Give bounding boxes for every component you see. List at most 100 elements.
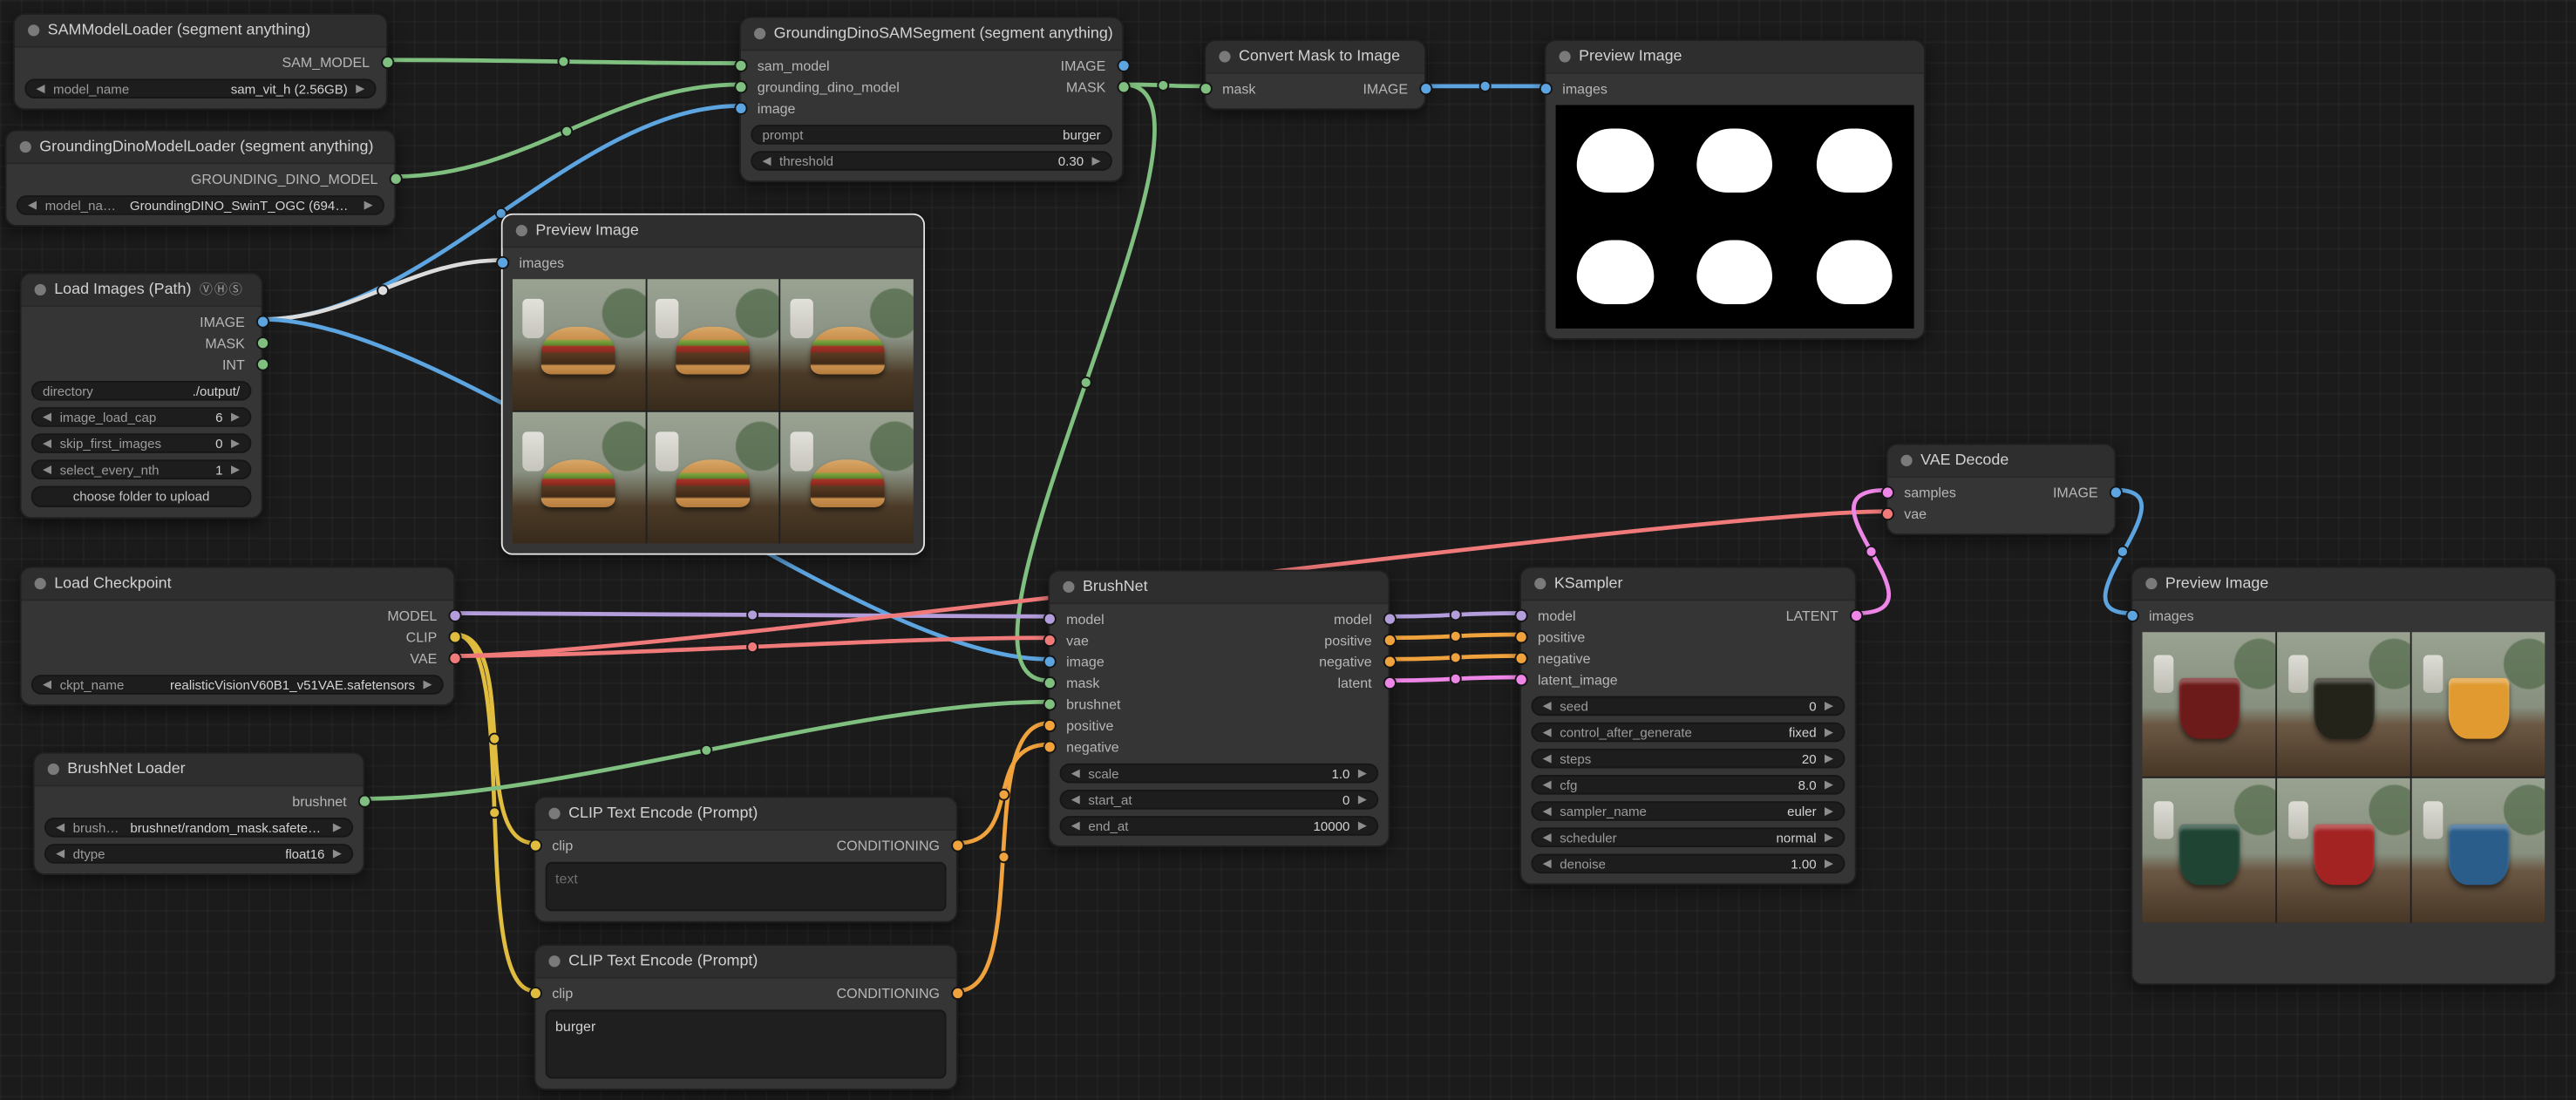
scale-widget[interactable]: scale 1.0	[1059, 763, 1379, 784]
brushnet-model-widget[interactable]: brushnet brushnet/random_mask.safetensor…	[44, 818, 354, 838]
steps-widget[interactable]: steps 20	[1531, 748, 1845, 769]
node-title-bar[interactable]: SAMModelLoader (segment anything)	[14, 14, 386, 48]
model-name-widget[interactable]: model_name sam_vit_h (2.56GB)	[24, 78, 377, 99]
output-port-sam-model[interactable]	[380, 55, 394, 69]
image-load-cap-widget[interactable]: image_load_cap 6	[31, 407, 252, 427]
decrement-arrow-icon[interactable]	[1543, 779, 1552, 791]
increment-arrow-icon[interactable]	[1358, 794, 1367, 805]
next-arrow-icon[interactable]	[333, 822, 342, 833]
output-port-int[interactable]	[255, 356, 269, 370]
prev-arrow-icon[interactable]	[1543, 726, 1552, 737]
output-port-image[interactable]	[1116, 58, 1130, 71]
prev-arrow-icon[interactable]	[1543, 832, 1552, 843]
skip-first-images-widget[interactable]: skip_first_images 0	[31, 433, 252, 453]
node-convert-mask-to-image[interactable]: Convert Mask to Image mask IMAGE	[1198, 39, 1432, 111]
input-port-clip[interactable]	[527, 838, 541, 852]
collapse-toggle-icon[interactable]	[548, 955, 561, 968]
increment-arrow-icon[interactable]	[1825, 700, 1833, 711]
next-arrow-icon[interactable]	[333, 848, 342, 859]
node-clip-text-encode-negative[interactable]: CLIP Text Encode (Prompt) clip CONDITION…	[527, 796, 964, 923]
node-title-bar[interactable]: VAE Decode	[1887, 445, 2115, 479]
input-port-negative[interactable]	[1513, 650, 1527, 664]
output-port-conditioning[interactable]	[950, 986, 964, 1000]
input-port-brushnet[interactable]	[1042, 696, 1056, 710]
node-preview-image-result[interactable]: Preview Image images	[2124, 566, 2557, 986]
collapse-toggle-icon[interactable]	[34, 578, 46, 590]
increment-arrow-icon[interactable]	[1825, 779, 1833, 791]
node-title-bar[interactable]: KSampler	[1521, 567, 1855, 601]
increment-arrow-icon[interactable]	[231, 411, 240, 423]
input-port-vae[interactable]	[1879, 506, 1894, 520]
denoise-widget[interactable]: denoise 1.00	[1531, 853, 1845, 874]
output-port-vae[interactable]	[447, 650, 461, 664]
output-port-grounding-dino-model[interactable]	[388, 171, 402, 185]
model-name-widget[interactable]: model_name GroundingDINO_SwinT_OGC (694M…	[16, 195, 384, 215]
prev-arrow-icon[interactable]	[56, 822, 65, 833]
decrement-arrow-icon[interactable]	[1543, 858, 1552, 869]
input-port-latent-image[interactable]	[1513, 672, 1527, 686]
node-grounding-dino-sam-segment[interactable]: GroundingDinoSAMSegment (segment anythin…	[733, 16, 1130, 183]
next-arrow-icon[interactable]	[1825, 832, 1833, 843]
node-title-bar[interactable]: Preview Image	[1546, 41, 1924, 74]
output-port-image[interactable]	[2108, 485, 2122, 499]
increment-arrow-icon[interactable]	[1092, 155, 1101, 166]
decrement-arrow-icon[interactable]	[1071, 820, 1080, 832]
next-arrow-icon[interactable]	[423, 679, 432, 690]
prev-arrow-icon[interactable]	[56, 848, 65, 859]
next-arrow-icon[interactable]	[1825, 726, 1833, 737]
collapse-toggle-icon[interactable]	[1900, 454, 1913, 466]
input-port-images[interactable]	[2124, 608, 2138, 621]
output-port-image[interactable]	[255, 314, 269, 328]
node-preview-image-source[interactable]: Preview Image images	[495, 213, 926, 555]
decrement-arrow-icon[interactable]	[1543, 753, 1552, 764]
next-arrow-icon[interactable]	[356, 83, 364, 94]
node-title-bar[interactable]: BrushNet	[1050, 571, 1389, 605]
node-title-bar[interactable]: Load Images (Path) ⓋⒽⓈ	[21, 274, 262, 308]
node-title-bar[interactable]: Convert Mask to Image	[1206, 41, 1424, 74]
output-port-mask[interactable]	[1116, 79, 1130, 93]
start-at-widget[interactable]: start_at 0	[1059, 790, 1379, 810]
dtype-widget[interactable]: dtype float16	[44, 844, 354, 864]
threshold-widget[interactable]: threshold 0.30	[751, 151, 1112, 171]
sampler-name-widget[interactable]: sampler_name euler	[1531, 801, 1845, 821]
node-grounding-dino-model-loader[interactable]: GroundingDinoModelLoader (segment anythi…	[4, 129, 402, 227]
increment-arrow-icon[interactable]	[1358, 768, 1367, 779]
input-port-model[interactable]	[1513, 608, 1527, 621]
prev-arrow-icon[interactable]	[1543, 805, 1552, 817]
prev-arrow-icon[interactable]	[43, 679, 51, 690]
node-vae-decode[interactable]: VAE Decode samples IMAGE vae	[1879, 443, 2122, 536]
input-port-samples[interactable]	[1879, 485, 1894, 499]
collapse-toggle-icon[interactable]	[515, 225, 527, 237]
output-port-mask[interactable]	[255, 336, 269, 350]
collapse-toggle-icon[interactable]	[34, 283, 46, 296]
node-clip-text-encode-positive[interactable]: CLIP Text Encode (Prompt) clip CONDITION…	[527, 944, 964, 1090]
collapse-toggle-icon[interactable]	[28, 24, 40, 37]
next-arrow-icon[interactable]	[1825, 805, 1833, 817]
directory-widget[interactable]: directory ./output/	[31, 380, 252, 401]
node-preview-image-masks[interactable]: Preview Image images	[1538, 39, 1926, 340]
increment-arrow-icon[interactable]	[1825, 753, 1833, 764]
select-every-nth-widget[interactable]: select_every_nth 1	[31, 459, 252, 480]
seed-widget[interactable]: seed 0	[1531, 696, 1845, 716]
collapse-toggle-icon[interactable]	[548, 807, 561, 819]
node-title-bar[interactable]: GroundingDinoModelLoader (segment anythi…	[6, 131, 395, 165]
decrement-arrow-icon[interactable]	[43, 438, 51, 449]
prev-arrow-icon[interactable]	[36, 83, 44, 94]
node-title-bar[interactable]: Preview Image	[502, 214, 924, 248]
ckpt-name-widget[interactable]: ckpt_name realisticVisionV60B1_v51VAE.sa…	[31, 675, 444, 695]
output-port-positive[interactable]	[1382, 633, 1396, 647]
collapse-toggle-icon[interactable]	[754, 28, 766, 40]
input-port-images[interactable]	[495, 255, 509, 268]
prev-arrow-icon[interactable]	[28, 200, 37, 211]
input-port-clip[interactable]	[527, 986, 541, 1000]
collapse-toggle-icon[interactable]	[1559, 51, 1571, 63]
output-port-latent[interactable]	[1849, 608, 1863, 621]
increment-arrow-icon[interactable]	[1825, 858, 1833, 869]
node-title-bar[interactable]: CLIP Text Encode (Prompt)	[535, 798, 956, 832]
input-port-image[interactable]	[733, 100, 747, 114]
collapse-toggle-icon[interactable]	[1219, 51, 1231, 63]
prompt-textarea[interactable]: burger	[545, 1009, 947, 1079]
next-arrow-icon[interactable]	[364, 200, 373, 211]
control-after-generate-widget[interactable]: control_after_generate fixed	[1531, 722, 1845, 743]
output-port-model[interactable]	[447, 608, 461, 621]
